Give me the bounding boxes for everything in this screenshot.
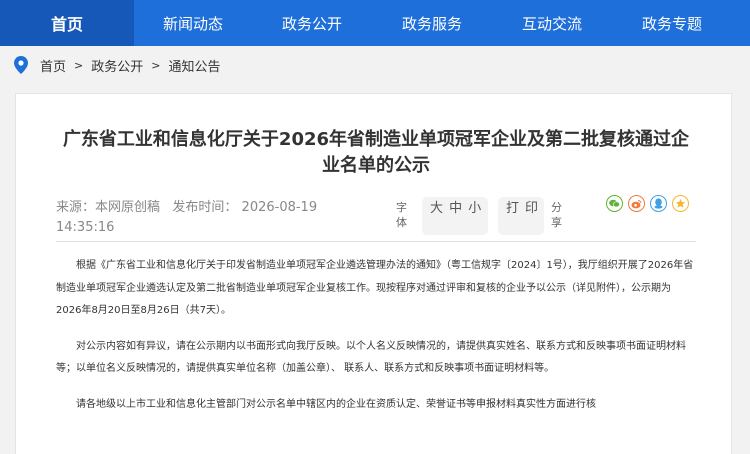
nav-item-interaction[interactable]: 互动交流 — [492, 0, 612, 46]
breadcrumb-separator: > — [74, 58, 84, 72]
nav-item-home[interactable]: 首页 — [0, 0, 134, 46]
article-panel: 广东省工业和信息化厅关于2026年省制造业单项冠军企业及第二批复核通过企业名单的… — [15, 93, 732, 454]
wechat-icon[interactable] — [606, 195, 623, 212]
breadcrumb: 首页 > 政务公开 > 通知公告 — [0, 46, 750, 84]
nav-item-gov-open[interactable]: 政务公开 — [252, 0, 372, 46]
print-button[interactable]: 打印 — [498, 197, 544, 235]
nav-item-gov-service[interactable]: 政务服务 — [372, 0, 492, 46]
article-paragraph: 根据《广东省工业和信息化厅关于印发省制造业单项冠军企业遴选管理办法的通知》（粤工… — [56, 260, 694, 316]
top-nav: 首页 新闻动态 政务公开 政务服务 互动交流 政务专题 — [0, 0, 750, 46]
article-paragraph: 对公示内容如有异议，请在公示期内以书面形式向我厅反映。以个人名义反映情况的，请提… — [56, 340, 686, 375]
article-divider — [56, 241, 696, 242]
breadcrumb-home[interactable]: 首页 — [40, 56, 66, 75]
qzone-star-icon[interactable] — [672, 195, 689, 212]
breadcrumb-notices[interactable]: 通知公告 — [168, 56, 220, 75]
article-title: 广东省工业和信息化厅关于2026年省制造业单项冠军企业及第二批复核通过企业名单的… — [62, 129, 690, 176]
font-size-switch[interactable]: 大 中 小 — [422, 197, 488, 235]
share-label: 分享 — [551, 201, 562, 229]
article-body: 根据《广东省工业和信息化厅关于印发省制造业单项冠军企业遴选管理办法的通知》（粤工… — [56, 255, 694, 429]
breadcrumb-gov-open[interactable]: 政务公开 — [91, 56, 143, 75]
weibo-icon[interactable] — [628, 195, 645, 212]
breadcrumb-separator: > — [151, 58, 161, 72]
article-paragraph: 请各地级以上市工业和信息化主管部门对公示名单中辖区内的企业在资质认定、荣誉证书等… — [76, 398, 596, 410]
font-size-label: 字体 — [396, 201, 407, 229]
article-meta: 来源：本网原创稿 发布时间： 2026-08-19 14:35:16 — [56, 198, 356, 238]
article-source: 来源：本网原创稿 — [56, 200, 161, 215]
nav-item-news[interactable]: 新闻动态 — [134, 0, 252, 46]
qq-icon[interactable] — [650, 195, 667, 212]
nav-item-topics[interactable]: 政务专题 — [612, 0, 732, 46]
location-pin-icon — [14, 56, 28, 74]
